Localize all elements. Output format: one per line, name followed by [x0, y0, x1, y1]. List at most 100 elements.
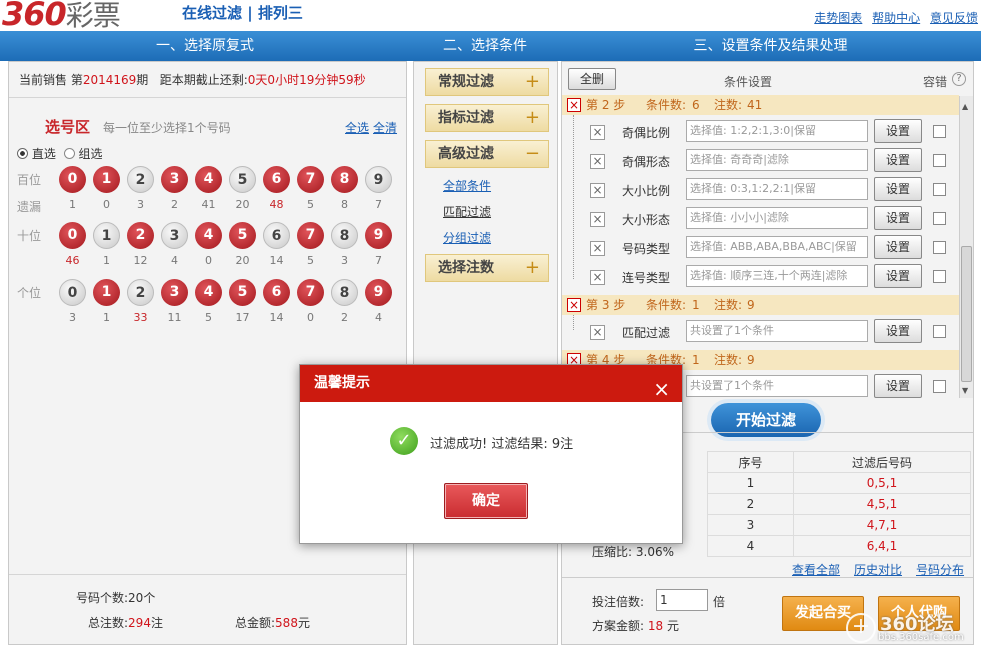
condition-value[interactable]: 选择值: 1:2,2:1,3:0|保留: [686, 120, 868, 142]
condition-value[interactable]: 共设置了1个条件: [686, 320, 868, 342]
regular-filter-button[interactable]: 常规过滤 +: [425, 68, 549, 96]
set-button[interactable]: 设置: [874, 264, 922, 288]
confirm-button[interactable]: 确定: [444, 483, 528, 519]
number-ball[interactable]: 2: [127, 166, 154, 193]
number-ball[interactable]: 3: [161, 279, 188, 306]
remove-icon[interactable]: ×: [590, 183, 605, 198]
tolerance-checkbox[interactable]: [933, 270, 946, 283]
number-ball[interactable]: 6: [263, 166, 290, 193]
tolerance-checkbox[interactable]: [933, 125, 946, 138]
multiple-input[interactable]: 1: [656, 589, 708, 611]
view-all-link[interactable]: 查看全部: [792, 561, 840, 578]
tolerance-checkbox[interactable]: [933, 380, 946, 393]
select-all-link[interactable]: 全选: [345, 119, 369, 136]
number-ball[interactable]: 2: [127, 222, 154, 249]
number-ball[interactable]: 5: [229, 279, 256, 306]
step2-cond: 6: [692, 98, 700, 112]
delete-all-button[interactable]: 全删: [568, 68, 616, 90]
delete-step-icon[interactable]: ×: [567, 298, 581, 312]
sale-suffix: 期: [136, 73, 149, 87]
set-button[interactable]: 设置: [874, 177, 922, 201]
tolerance-checkbox[interactable]: [933, 154, 946, 167]
tolerance-checkbox[interactable]: [933, 212, 946, 225]
scroll-up-icon[interactable]: ▲: [962, 102, 968, 111]
remove-icon[interactable]: ×: [590, 270, 605, 285]
number-ball[interactable]: 8: [331, 222, 358, 249]
number-ball[interactable]: 6: [263, 279, 290, 306]
watermark-site: bbs.360safe.com: [878, 632, 964, 643]
condition-value[interactable]: 选择值: ABB,ABA,BBA,ABC|保留: [686, 236, 868, 258]
clear-all-link[interactable]: 全清: [373, 119, 397, 136]
logo[interactable]: 360彩票: [2, 0, 121, 34]
tolerance-checkbox[interactable]: [933, 325, 946, 338]
number-ball[interactable]: 5: [229, 222, 256, 249]
remove-icon[interactable]: ×: [590, 212, 605, 227]
condition-value[interactable]: 选择值: 奇奇奇|滤除: [686, 149, 868, 171]
group-radio[interactable]: [63, 148, 75, 159]
number-ball[interactable]: 3: [161, 166, 188, 193]
set-button[interactable]: 设置: [874, 319, 922, 343]
help-icon[interactable]: ?: [952, 72, 966, 86]
number-distribution-link[interactable]: 号码分布: [916, 561, 964, 578]
index-filter-button[interactable]: 指标过滤 +: [425, 104, 549, 132]
number-ball[interactable]: 6: [263, 222, 290, 249]
number-ball[interactable]: 1: [93, 222, 120, 249]
number-ball[interactable]: 0: [59, 166, 86, 193]
close-icon[interactable]: ×: [653, 371, 670, 408]
number-ball[interactable]: 8: [331, 166, 358, 193]
remove-icon[interactable]: ×: [590, 241, 605, 256]
number-ball[interactable]: 5: [229, 166, 256, 193]
delete-step-icon[interactable]: ×: [567, 98, 581, 112]
number-ball[interactable]: 7: [297, 279, 324, 306]
set-button[interactable]: 设置: [874, 206, 922, 230]
number-ball[interactable]: 4: [195, 279, 222, 306]
select-notes-button[interactable]: 选择注数 +: [425, 254, 549, 282]
number-ball[interactable]: 4: [195, 166, 222, 193]
tolerance-checkbox[interactable]: [933, 241, 946, 254]
all-conditions-link[interactable]: 全部条件: [443, 177, 491, 194]
condition-value[interactable]: 选择值: 小小小|滤除: [686, 207, 868, 229]
number-ball[interactable]: 9: [365, 222, 392, 249]
remove-icon[interactable]: ×: [590, 125, 605, 140]
advanced-filter-button[interactable]: 高级过滤 −: [425, 140, 549, 168]
set-button[interactable]: 设置: [874, 374, 922, 398]
number-ball[interactable]: 0: [59, 222, 86, 249]
number-ball[interactable]: 8: [331, 279, 358, 306]
condition-value[interactable]: 共设置了1个条件: [686, 375, 868, 397]
remove-icon[interactable]: ×: [590, 154, 605, 169]
number-ball[interactable]: 7: [297, 222, 324, 249]
number-ball[interactable]: 4: [195, 222, 222, 249]
step3-label: 第 3 步: [586, 298, 626, 312]
number-ball[interactable]: 2: [127, 279, 154, 306]
tolerance-checkbox[interactable]: [933, 183, 946, 196]
number-ball[interactable]: 0: [59, 279, 86, 306]
scrollbar[interactable]: ▲ ▼: [959, 96, 973, 398]
number-ball[interactable]: 1: [93, 279, 120, 306]
number-ball[interactable]: 7: [297, 166, 324, 193]
set-button[interactable]: 设置: [874, 235, 922, 259]
number-ball[interactable]: 3: [161, 222, 188, 249]
feedback-link[interactable]: 意见反馈: [930, 11, 978, 25]
condition-value[interactable]: 选择值: 0:3,1:2,2:1|保留: [686, 178, 868, 200]
match-filter-link[interactable]: 匹配过滤: [443, 203, 491, 220]
history-compare-link[interactable]: 历史对比: [854, 561, 902, 578]
miss-count: 41: [201, 198, 216, 211]
pick-panel: 当前销售 第2014169期 距本期截止还剩:0天0小时19分钟59秒 选号区 …: [8, 61, 407, 645]
number-ball[interactable]: 1: [93, 166, 120, 193]
help-center-link[interactable]: 帮助中心: [872, 11, 920, 25]
group-filter-link[interactable]: 分组过滤: [443, 229, 491, 246]
remove-icon[interactable]: ×: [590, 325, 605, 340]
scroll-thumb[interactable]: [961, 246, 972, 382]
condition-value[interactable]: 选择值: 顺序三连,十个两连|滤除: [686, 265, 868, 287]
set-button[interactable]: 设置: [874, 148, 922, 172]
trend-chart-link[interactable]: 走势图表: [814, 11, 862, 25]
set-button[interactable]: 设置: [874, 119, 922, 143]
plan-value: 18: [647, 619, 664, 633]
number-count: 号码个数:20个: [76, 589, 155, 606]
condition-name: 连号类型: [622, 271, 671, 285]
number-ball[interactable]: 9: [365, 166, 392, 193]
number-ball[interactable]: 9: [365, 279, 392, 306]
scroll-down-icon[interactable]: ▼: [962, 386, 968, 395]
direct-radio[interactable]: [17, 148, 28, 159]
miss-count: 4: [375, 311, 382, 324]
